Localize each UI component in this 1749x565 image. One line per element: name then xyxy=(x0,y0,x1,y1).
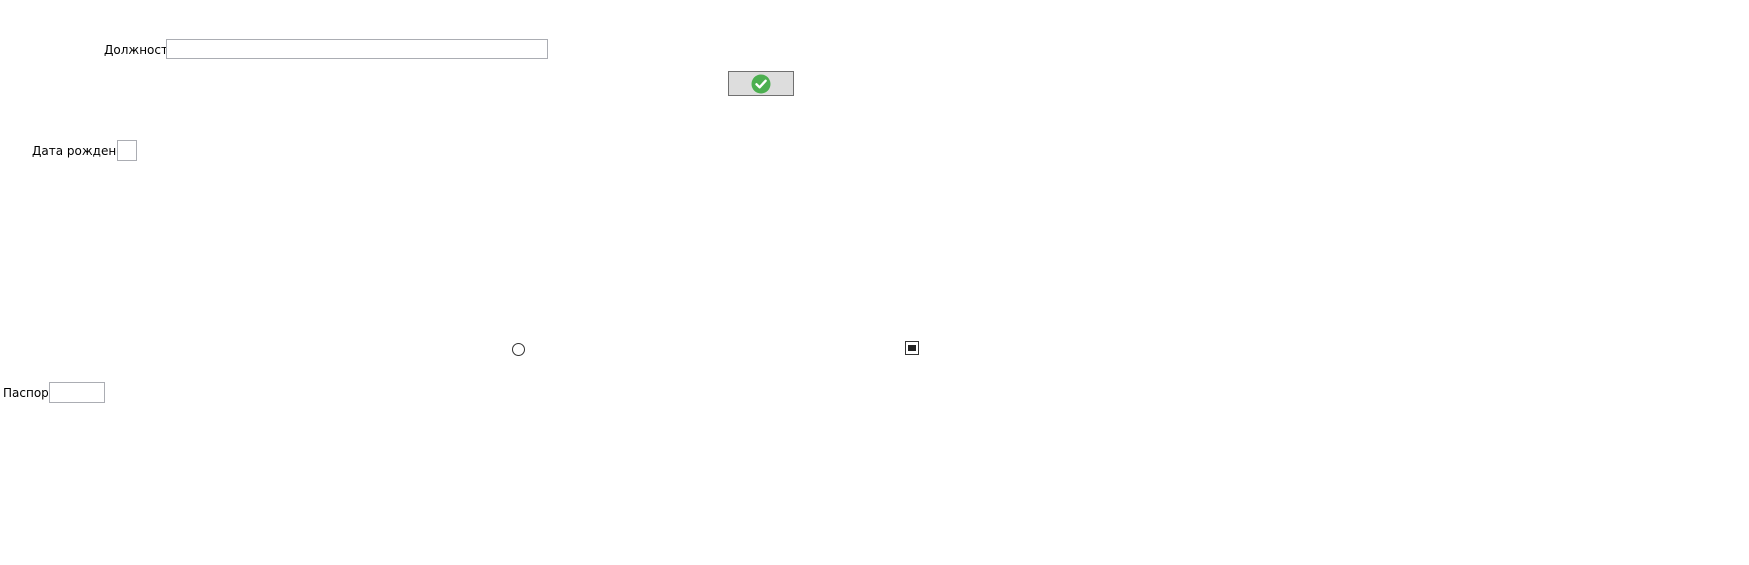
birthdate-input[interactable] xyxy=(117,140,137,161)
position-label: Должность xyxy=(104,43,176,57)
passport-label: Паспорт xyxy=(3,386,56,400)
radio-button[interactable] xyxy=(512,343,525,356)
checkbox-indeterminate-mark xyxy=(908,345,916,351)
checkbox[interactable] xyxy=(905,341,919,355)
check-circle-icon xyxy=(751,74,771,94)
passport-input[interactable] xyxy=(49,382,105,403)
confirm-button[interactable] xyxy=(728,71,794,96)
position-input[interactable] xyxy=(166,39,548,59)
